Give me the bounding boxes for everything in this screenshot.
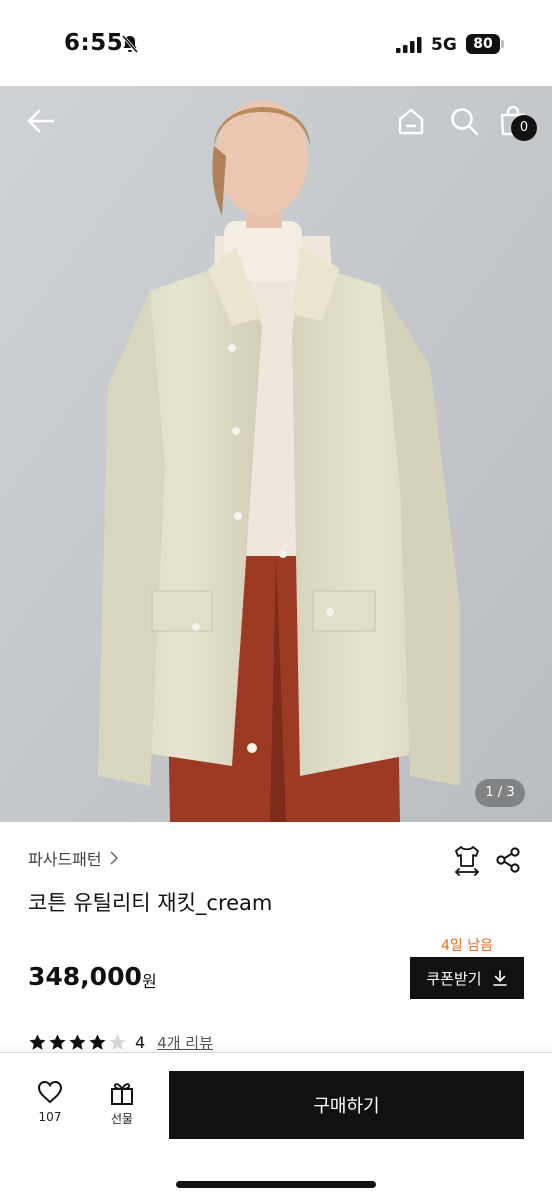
gift-icon [111, 1083, 133, 1105]
buy-button-label: 구매하기 [313, 1096, 380, 1117]
status-bar: 6:55 5G 80 [0, 0, 552, 86]
price-unit: 원 [142, 972, 157, 991]
coupon-button-label: 쿠폰받기 [426, 969, 482, 988]
star-icon [69, 1033, 86, 1050]
status-time: 6:55 [64, 30, 124, 56]
search-icon[interactable] [447, 104, 481, 138]
get-coupon-button[interactable]: 쿠폰받기 [410, 957, 524, 999]
network-type: 5G [431, 35, 457, 55]
like-button[interactable]: 107 [28, 1080, 72, 1132]
share-icon[interactable] [494, 846, 522, 874]
star-icon [49, 1033, 66, 1050]
brand-link[interactable]: 파사드패턴 [28, 846, 120, 870]
buy-button[interactable]: 구매하기 [169, 1071, 524, 1139]
star-icon [89, 1033, 106, 1050]
coupon-days-left: 4일 남음 [441, 938, 493, 954]
gallery-page-indicator: 1 / 3 [475, 779, 525, 807]
chevron-right-icon [110, 851, 118, 865]
gift-button[interactable]: 선물 [100, 1080, 144, 1132]
rating-stars [28, 1033, 127, 1052]
product-photo [0, 86, 552, 822]
like-count: 107 [38, 1110, 62, 1124]
home-indicator [176, 1181, 376, 1188]
cart-count-badge: 0 [511, 115, 537, 141]
product-title: 코튼 유틸리티 재킷_cream [28, 891, 273, 915]
gift-label: 선물 [110, 1112, 134, 1126]
review-count-link[interactable]: 4개 리뷰 [157, 1032, 213, 1053]
product-image-gallery[interactable]: 0 1 / 3 [0, 86, 552, 822]
size-guide-icon[interactable] [452, 844, 482, 876]
rating-row: 4 4개 리뷰 [28, 1030, 213, 1054]
star-icon [29, 1033, 46, 1050]
download-icon [492, 970, 507, 986]
home-icon[interactable] [394, 104, 428, 138]
rating-score: 4 [135, 1032, 146, 1052]
star-icon [109, 1033, 126, 1050]
battery-nub [501, 40, 504, 48]
bell-slash-icon [121, 35, 139, 53]
battery-icon: 80 [466, 34, 500, 54]
back-arrow-icon[interactable] [24, 104, 58, 138]
product-price: 348,000 [28, 962, 142, 991]
heart-icon [37, 1080, 63, 1104]
brand-name: 파사드패턴 [28, 850, 102, 869]
signal-icon [396, 37, 422, 53]
